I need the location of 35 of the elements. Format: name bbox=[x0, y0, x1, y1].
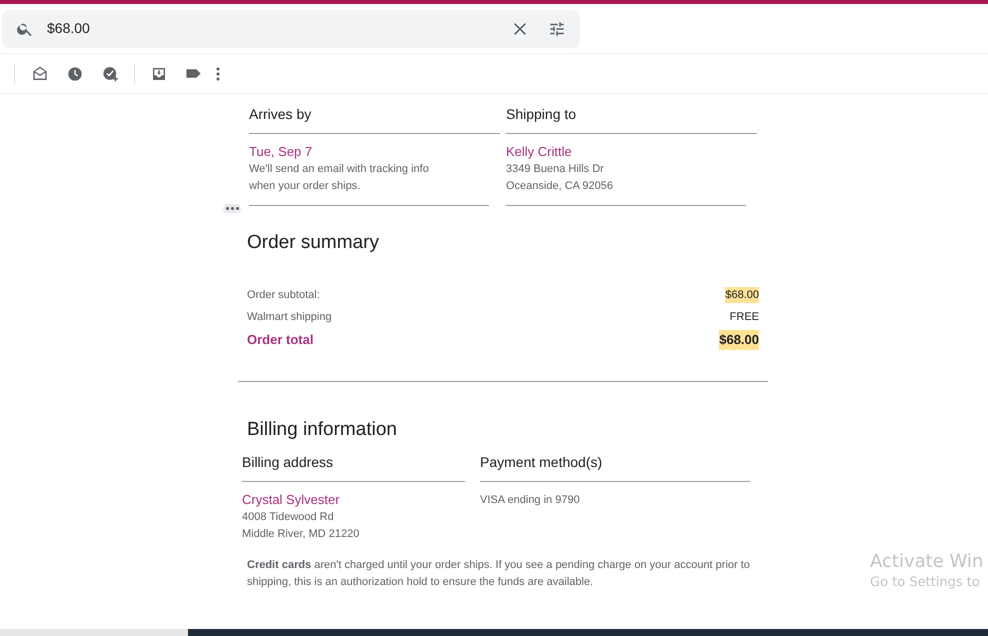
activation-notice-title: Activate Win bbox=[870, 551, 984, 573]
column-heading: Payment method(s) bbox=[480, 453, 750, 482]
summary-label: Walmart shipping bbox=[247, 310, 332, 325]
total-label: Order total bbox=[247, 331, 314, 350]
detail-line: Middle River, MD 21220 bbox=[242, 527, 360, 542]
summary-label: Order subtotal: bbox=[247, 288, 320, 303]
column-heading: Billing address bbox=[242, 453, 465, 482]
detail-line: VISA ending in 9790 bbox=[480, 493, 581, 508]
detail-line: 3349 Buena Hills Dr bbox=[506, 162, 605, 177]
expand-dots-button[interactable] bbox=[223, 204, 241, 213]
detail-line: when your order ships. bbox=[249, 179, 362, 194]
detail-line: Oceanside, CA 92056 bbox=[506, 179, 614, 194]
section-heading: Order summary bbox=[247, 231, 380, 255]
inbox-download-icon[interactable] bbox=[151, 66, 167, 82]
credit-card-note: Credit cards aren't charged until your order ships. If you see a pending charge on your account prior to shipping, this is an authorization hold to ensure the funds are available. bbox=[247, 558, 751, 590]
highlight-title: Tue, Sep 7 bbox=[249, 144, 314, 160]
summary-amount: $68.00 bbox=[725, 286, 759, 304]
section-heading: Billing information bbox=[247, 418, 398, 442]
check-plus-icon[interactable] bbox=[102, 65, 119, 82]
more-icon[interactable] bbox=[216, 66, 220, 80]
detail-line: 4008 Tidewood Rd bbox=[242, 510, 335, 525]
search-field[interactable]: $68.00 bbox=[2, 10, 580, 48]
summary-amount: FREE bbox=[730, 310, 759, 325]
highlight-title: Kelly Crittle bbox=[506, 144, 573, 160]
activation-notice-text: Go to Settings to bbox=[870, 574, 981, 592]
filter-sliders-icon[interactable] bbox=[548, 20, 566, 38]
column-heading: Shipping to bbox=[506, 105, 757, 134]
clock-icon[interactable] bbox=[67, 66, 83, 82]
highlight-title: Crystal Sylvester bbox=[242, 492, 341, 508]
search-input[interactable]: $68.00 bbox=[47, 18, 512, 39]
close-icon[interactable] bbox=[512, 20, 528, 36]
total-amount: $68.00 bbox=[719, 330, 759, 350]
envelope-icon[interactable] bbox=[32, 66, 48, 82]
column-heading: Arrives by bbox=[249, 105, 500, 134]
detail-line: We'll send an email with tracking info bbox=[249, 162, 430, 177]
